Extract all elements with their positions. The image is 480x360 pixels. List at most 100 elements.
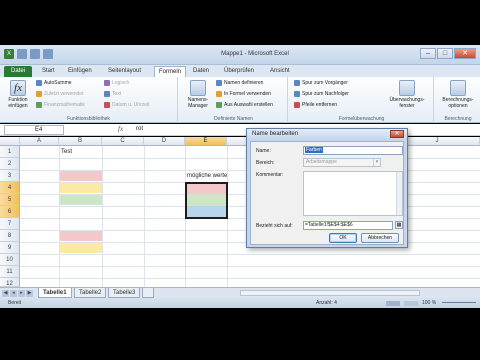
tab-start[interactable]: Start	[42, 66, 55, 77]
tab-view[interactable]: Ansicht	[270, 66, 290, 77]
column-header[interactable]: C	[102, 137, 144, 146]
column-header[interactable]: A	[20, 137, 59, 146]
row-header[interactable]: 10	[0, 254, 20, 266]
minimize-button[interactable]: –	[420, 48, 436, 59]
row-header[interactable]: 8	[0, 230, 20, 242]
calculator-icon	[450, 80, 466, 96]
name-box[interactable]: E4	[4, 125, 64, 135]
calculation-options-button[interactable]: Berechnungs-optionen	[438, 80, 478, 109]
next-sheet-icon[interactable]: ▸	[18, 290, 25, 297]
prev-sheet-icon[interactable]: ◂	[10, 290, 17, 297]
row-header[interactable]: 1	[0, 146, 20, 158]
datetime-button[interactable]: Datum u. Uhrzeit	[104, 102, 150, 108]
name-input[interactable]: Farben	[303, 146, 403, 155]
last-sheet-icon[interactable]: ▶	[26, 290, 33, 297]
sheet-tab-tabelle1[interactable]: Tabelle1	[38, 288, 72, 298]
cell-fill-pink	[60, 231, 102, 241]
save-icon[interactable]	[17, 49, 27, 59]
comment-scrollbar[interactable]	[396, 172, 402, 215]
cell-fill-pink	[60, 171, 102, 181]
name-label: Name:	[256, 148, 271, 154]
group-formula-auditing: Spur zum Vorgänger Spur zum Nachfolger P…	[290, 77, 434, 123]
row-header[interactable]: 2	[0, 158, 20, 170]
watch-window-button[interactable]: Überwachungs-fenster	[384, 80, 430, 109]
close-button[interactable]: ✕	[454, 48, 476, 59]
dialog-body: Name: Farben Bereich: Arbeitsmappe ▾ Komm…	[250, 141, 404, 245]
view-normal-icon[interactable]	[386, 301, 400, 306]
sheet-tab-tabelle2[interactable]: Tabelle2	[74, 288, 107, 298]
group-calculation: Berechnungs-optionen Berechnung	[436, 77, 480, 123]
grid-line	[20, 266, 480, 267]
formula-input[interactable]: rot	[136, 126, 143, 132]
collapse-dialog-icon[interactable]: ▦	[395, 221, 403, 229]
row-header[interactable]: 7	[0, 218, 20, 230]
book-icon	[36, 102, 42, 108]
undo-icon[interactable]	[30, 49, 40, 59]
tab-insert[interactable]: Einfügen	[68, 66, 92, 77]
row-header[interactable]: 11	[0, 266, 20, 278]
recent-functions-button[interactable]: Zuletzt verwendet	[36, 91, 83, 97]
row-header[interactable]: 4	[0, 182, 20, 194]
tab-formulas[interactable]: Formeln	[154, 66, 187, 77]
cell-fill-yellow	[60, 243, 102, 253]
column-header[interactable]: E	[185, 137, 227, 146]
view-layout-icon[interactable]	[404, 301, 418, 306]
scope-label: Bereich:	[256, 160, 275, 166]
row-header[interactable]: 6	[0, 206, 20, 218]
insert-function-button[interactable]: fx Funktion einfügen	[4, 80, 32, 109]
maximize-button[interactable]: □	[437, 48, 453, 59]
dialog-close-button[interactable]: ✕	[390, 130, 404, 138]
worksheet-grid[interactable]: A B C D E F G H I J 1 2 3 4 5 6 7 8 9 10…	[0, 137, 480, 287]
row-header[interactable]: 5	[0, 194, 20, 206]
eraser-icon	[294, 102, 300, 108]
ok-button[interactable]: OK	[329, 233, 357, 243]
create-from-selection-button[interactable]: Aus Auswahl erstellen	[216, 102, 273, 108]
select-all-corner[interactable]	[0, 137, 20, 146]
row-header[interactable]: 12	[0, 278, 20, 287]
trace-dependents-button[interactable]: Spur zum Nachfolger	[294, 91, 349, 97]
arrow-icon	[294, 91, 300, 97]
ribbon-tabs: Datei Start Einfügen Seitenlayout Formel…	[0, 65, 480, 77]
sheet-tab-tabelle3[interactable]: Tabelle3	[108, 288, 141, 298]
horizontal-scrollbar[interactable]	[240, 290, 420, 296]
group-label: Definierte Namen	[214, 116, 253, 122]
status-bar: Bereit Anzahl: 4 100 %	[0, 298, 480, 308]
insert-sheet-icon[interactable]	[142, 288, 154, 298]
first-sheet-icon[interactable]: ◀	[2, 290, 9, 297]
tab-review[interactable]: Überprüfen	[224, 66, 254, 77]
row-header[interactable]: 9	[0, 242, 20, 254]
tab-file[interactable]: Datei	[4, 66, 32, 77]
cell-b1[interactable]: Test	[59, 146, 72, 158]
refers-to-input[interactable]: =Tabelle1!$E$4:$E$6	[303, 221, 393, 230]
tab-data[interactable]: Daten	[193, 66, 209, 77]
insert-function-icon[interactable]: fx	[118, 125, 123, 133]
financial-button[interactable]: Finanzmathematik	[36, 102, 85, 108]
tab-page-layout[interactable]: Seitenlayout	[108, 66, 141, 77]
table-icon	[216, 102, 222, 108]
group-function-library: fx Funktion einfügen AutoSumme Zuletzt v…	[0, 77, 178, 123]
watch-window-icon	[399, 80, 415, 96]
column-header[interactable]: D	[144, 137, 185, 146]
name-manager-button[interactable]: Namens-Manager	[184, 80, 212, 109]
star-icon	[36, 91, 42, 97]
comment-label: Kommentar:	[256, 172, 284, 178]
autosum-button[interactable]: AutoSumme	[36, 80, 72, 86]
redo-icon[interactable]	[43, 49, 53, 59]
excel-screen: X Mappe1 - Microsoft Excel – □ ✕ Datei S…	[0, 0, 480, 360]
book-icon	[104, 102, 110, 108]
define-name-button[interactable]: Namen definieren	[216, 80, 263, 86]
row-header[interactable]: 3	[0, 170, 20, 182]
text-button[interactable]: Text	[104, 91, 121, 97]
trace-precedents-button[interactable]: Spur zum Vorgänger	[294, 80, 348, 86]
cancel-button[interactable]: Abbrechen	[361, 233, 399, 243]
zoom-slider[interactable]	[442, 302, 476, 303]
use-in-formula-button[interactable]: In Formel verwenden	[216, 91, 271, 97]
remove-arrows-button[interactable]: Pfeile entfernen	[294, 102, 337, 108]
group-label: Berechnung	[444, 116, 472, 122]
cell-e3[interactable]: mögliche werte	[185, 170, 227, 182]
comment-textarea[interactable]	[303, 171, 403, 216]
logical-button[interactable]: Logisch	[104, 80, 129, 86]
column-header[interactable]: B	[59, 137, 102, 146]
quick-access-toolbar: X	[4, 49, 53, 59]
grid-line	[20, 254, 480, 255]
